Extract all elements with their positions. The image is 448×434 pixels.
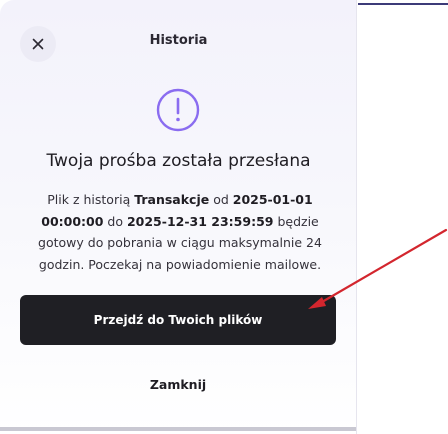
message-text: od (209, 192, 233, 207)
history-dialog: Historia Twoja prośba została przesłana … (0, 0, 357, 434)
background-area (358, 0, 448, 434)
top-border-line (358, 3, 448, 5)
message-text: do (103, 213, 127, 229)
bottom-divider (0, 427, 356, 431)
close-dialog-label: Zamknij (149, 376, 207, 392)
message-text: Plik z historią (47, 192, 135, 207)
history-type: Transakcje (134, 192, 210, 207)
dialog-title: Historia (149, 33, 208, 48)
close-dialog-button[interactable]: Zamknij (20, 368, 336, 400)
go-to-files-label: Przejdź do Twoich plików (93, 313, 263, 327)
confirmation-message: Plik z historią Transakcje od 2025-01-01… (30, 189, 330, 275)
date-to: 2025-12-31 23:59:59 (126, 213, 274, 229)
go-to-files-button[interactable]: Przejdź do Twoich plików (20, 295, 336, 345)
alert-circle-icon (156, 88, 200, 132)
confirmation-heading: Twoja prośba została przesłana (46, 151, 311, 171)
